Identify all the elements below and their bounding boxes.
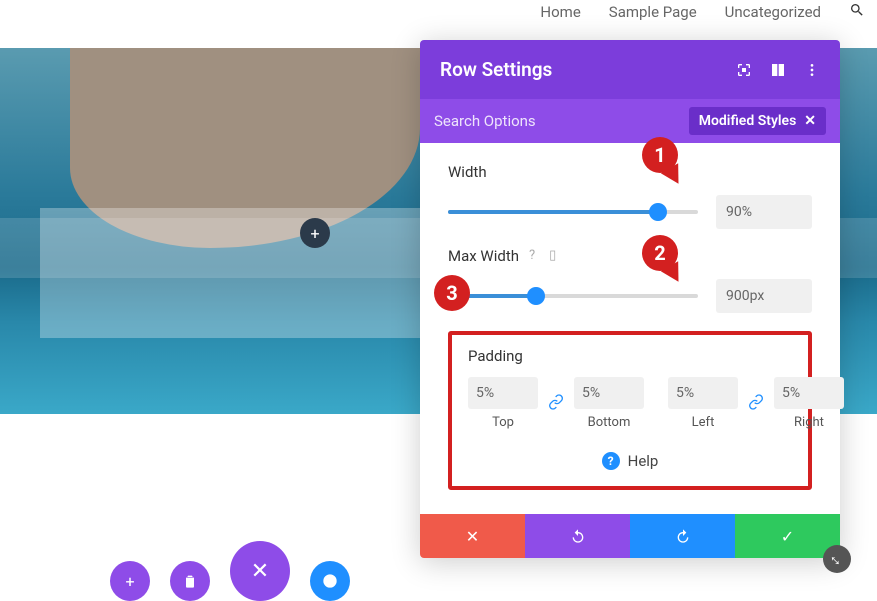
panel-title: Row Settings xyxy=(440,58,736,81)
width-slider[interactable] xyxy=(448,210,698,214)
help-label: Help xyxy=(628,452,659,470)
padding-left-sublabel: Left xyxy=(692,415,715,430)
add-fab[interactable]: + xyxy=(110,561,150,601)
padding-right-sublabel: Right xyxy=(794,415,824,430)
annotation-2: 2 xyxy=(642,235,678,271)
padding-bottom-sublabel: Bottom xyxy=(588,415,631,430)
bottom-toolbar: + ✕ xyxy=(110,541,350,601)
link-icon[interactable] xyxy=(544,394,568,414)
padding-top-sublabel: Top xyxy=(492,415,514,430)
search-bar: Modified Styles ✕ xyxy=(420,99,840,143)
width-input[interactable] xyxy=(716,195,812,229)
padding-left-input[interactable] xyxy=(668,377,738,409)
panel-actions: ✕ ✓ xyxy=(420,514,840,558)
padding-label: Padding xyxy=(468,347,792,365)
link-icon[interactable] xyxy=(744,394,768,414)
search-input[interactable] xyxy=(434,112,689,130)
padding-section: Padding Top Bottom Left xyxy=(448,331,812,490)
annotation-1: 1 xyxy=(642,137,678,173)
history-fab[interactable] xyxy=(310,561,350,601)
padding-top-input[interactable] xyxy=(468,377,538,409)
help-faint-icon[interactable]: ? xyxy=(529,248,535,264)
device-faint-icon[interactable]: ▯ xyxy=(549,248,556,264)
max-width-input[interactable] xyxy=(716,279,812,313)
help-icon: ? xyxy=(602,452,620,470)
more-icon[interactable] xyxy=(804,62,820,78)
padding-right-input[interactable] xyxy=(774,377,844,409)
padding-bottom-input[interactable] xyxy=(574,377,644,409)
focus-icon[interactable] xyxy=(736,62,752,78)
undo-button[interactable] xyxy=(525,514,630,558)
close-icon[interactable]: ✕ xyxy=(804,113,816,129)
close-fab[interactable]: ✕ xyxy=(230,541,290,601)
annotation-3: 3 xyxy=(434,275,470,311)
panel-body: 1 2 3 Width Max Width ? ▯ xyxy=(420,143,840,514)
width-control: Width xyxy=(448,163,812,229)
filter-chip-label: Modified Styles xyxy=(699,113,797,129)
width-label: Width xyxy=(448,163,812,181)
columns-icon[interactable] xyxy=(770,62,786,78)
search-icon[interactable] xyxy=(849,2,865,23)
redo-button[interactable] xyxy=(630,514,735,558)
max-width-control: Max Width ? ▯ xyxy=(448,247,812,313)
row-settings-panel: Row Settings Modified Styles ✕ 1 2 3 Wid… xyxy=(420,40,840,558)
add-module-button[interactable]: + xyxy=(300,218,330,248)
top-nav: Home Sample Page Uncategorized xyxy=(528,0,877,24)
help-row[interactable]: ? Help xyxy=(468,452,792,470)
filter-chip[interactable]: Modified Styles ✕ xyxy=(689,107,826,135)
max-width-slider[interactable] xyxy=(448,294,698,298)
nav-uncategorized[interactable]: Uncategorized xyxy=(725,3,821,21)
cancel-button[interactable]: ✕ xyxy=(420,514,525,558)
panel-header: Row Settings xyxy=(420,40,840,99)
delete-fab[interactable] xyxy=(170,561,210,601)
max-width-label: Max Width xyxy=(448,247,519,265)
nav-sample-page[interactable]: Sample Page xyxy=(609,3,697,21)
nav-home[interactable]: Home xyxy=(540,3,580,21)
